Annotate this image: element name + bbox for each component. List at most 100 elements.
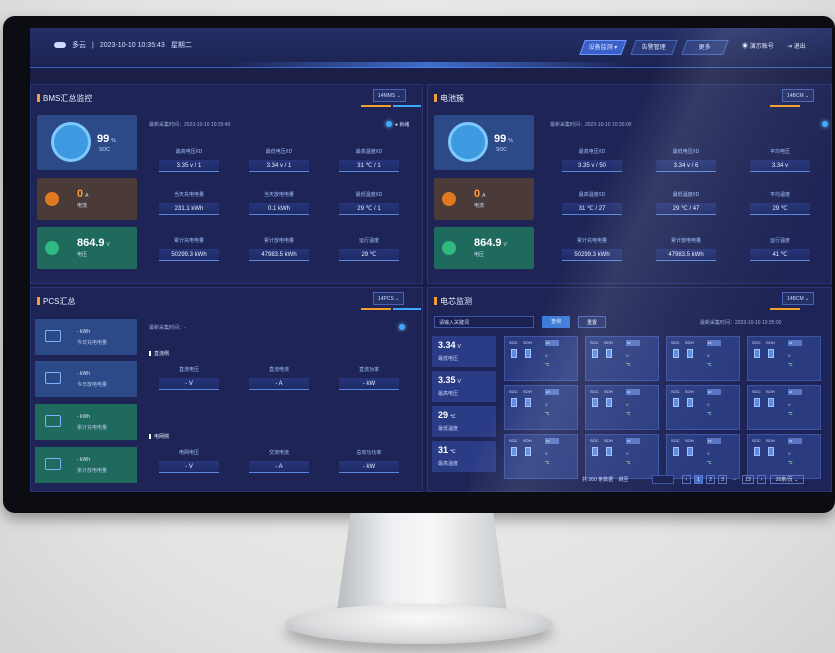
jump-input[interactable] <box>652 475 674 484</box>
cell-card[interactable]: SOC SOH 1# V ℃ <box>666 336 740 381</box>
battery-icon <box>511 349 517 358</box>
logout-button[interactable]: ⇥ 退出 <box>787 40 806 55</box>
cluster-panel: 电池簇 14BCM ⌄ 99% SOC 0A 电流 864.9 V 电压 最新采集… <box>427 84 832 284</box>
metric-label: 交流电流 <box>268 450 289 456</box>
soh-label: SOH <box>766 389 775 394</box>
user-account[interactable]: ◉ 演示账号 <box>742 40 774 55</box>
soc-gauge <box>51 122 91 162</box>
metric-label: 平均温度 <box>769 192 790 198</box>
pcs-select[interactable]: 14PCS ⌄ <box>373 292 405 305</box>
cell-monitor-panel: 电芯监测 14BCM ⌄ 请输入关键词 查询 重置 最新采集时间：2023-10… <box>427 287 832 492</box>
next-page-button[interactable]: › <box>757 475 766 484</box>
soc-label: SOC <box>752 340 761 345</box>
header-info: 多云 | 2023-10-10 10:35:43 星期二 <box>54 40 192 50</box>
cells-select[interactable]: 14BCM ⌄ <box>782 292 815 305</box>
current-value: 0A <box>77 188 89 200</box>
page-button[interactable]: 1 <box>694 475 703 484</box>
nav-alarm-management[interactable]: 告警管理 <box>630 40 678 55</box>
cell-card[interactable]: SOC SOH 1# V ℃ <box>585 336 659 381</box>
max-temp-stat: 31 ℃ 最高温度 <box>432 441 496 472</box>
battery-icon <box>768 447 774 456</box>
metric-label: 当天充电电量 <box>173 192 204 198</box>
battery-icon <box>606 349 612 358</box>
metric-label: 最低电压/ID <box>265 149 293 155</box>
cell-card[interactable]: SOC SOH 1# V ℃ <box>504 336 578 381</box>
weather: 多云 <box>72 42 86 49</box>
temp-unit: ℃ <box>626 362 631 367</box>
panel-title: 电芯监测 <box>434 296 472 307</box>
voltage-unit: V <box>626 402 629 407</box>
search-button[interactable]: 查询 <box>542 316 570 328</box>
soc-label: SOC <box>99 147 110 153</box>
search-input[interactable]: 请输入关键词 <box>434 316 534 328</box>
pcs-total-discharge: - kWh 累计放电电量 <box>35 447 137 483</box>
accent-line <box>393 105 421 107</box>
metric-label: 最低温度/ID <box>672 192 700 198</box>
nav-more[interactable]: 更多 <box>681 40 729 55</box>
weekday: 星期二 <box>170 42 192 49</box>
battery-icon <box>45 372 61 384</box>
metric-value: 29 ℃ <box>750 203 810 215</box>
voltage-unit: V <box>545 402 548 407</box>
last-update: 最新采集时间：2023-10-10 10:35:00 <box>700 320 782 326</box>
soh-label: SOH <box>685 438 694 443</box>
metric-value: 3.35 v / 50 <box>562 160 622 172</box>
per-page-select[interactable]: 20条/页 ⌄ <box>770 475 804 484</box>
voltage-value: 864.9 V <box>474 237 507 249</box>
pcs-total-charge: - kWh 累计充电电量 <box>35 404 137 440</box>
metric-label: 运行温度 <box>358 238 379 244</box>
voltage-unit: V <box>545 451 548 456</box>
cell-card[interactable]: SOC SOH 1# V ℃ <box>504 385 578 430</box>
page-button[interactable]: 3 <box>718 475 727 484</box>
page-button[interactable]: 13 <box>742 475 754 484</box>
metric-value: 0.1 kWh <box>249 203 309 215</box>
cloud-icon <box>54 42 66 48</box>
soc-label: SOC <box>509 438 518 443</box>
temp-unit: ℃ <box>707 411 712 416</box>
temp-unit: ℃ <box>788 362 793 367</box>
temp-unit: ℃ <box>707 460 712 465</box>
soc-value: 99% <box>97 133 116 145</box>
top-bar: 多云 | 2023-10-10 10:35:43 星期二 设备监测 ▾ 告警管理… <box>30 28 832 68</box>
panel-title: 电池簇 <box>434 93 464 104</box>
current-icon <box>45 192 59 206</box>
cell-card[interactable]: SOC SOH 1# V ℃ <box>585 434 659 479</box>
metric-label: 最高温度/ID <box>578 192 606 198</box>
prev-page-button[interactable]: ‹ <box>682 475 691 484</box>
battery-icon <box>687 398 693 407</box>
battery-icon <box>525 447 531 456</box>
cell-card[interactable]: SOC SOH 1# V ℃ <box>504 434 578 479</box>
monitor-stand-base <box>285 604 553 644</box>
cell-card[interactable]: SOC SOH 1# V ℃ <box>747 385 821 430</box>
bms-select[interactable]: 14MMS ⌄ <box>373 89 406 102</box>
cell-card[interactable]: SOC SOH 1# V ℃ <box>747 434 821 479</box>
cell-card[interactable]: SOC SOH 1# V ℃ <box>666 434 740 479</box>
accent-line <box>770 308 800 310</box>
metric-value: 41 ℃ <box>750 249 810 261</box>
battery-icon <box>606 447 612 456</box>
cell-id-box: 1# <box>545 340 559 346</box>
pcs-panel: PCS汇总 14PCS ⌄ - kWh 今日充电电量 - kWh 今日放电电量 … <box>30 287 423 492</box>
min-voltage-stat: 3.34 V 最低电压 <box>432 336 496 367</box>
cell-card[interactable]: SOC SOH 1# V ℃ <box>747 336 821 381</box>
soh-label: SOH <box>766 438 775 443</box>
metric-value: 50299.3 kWh <box>562 249 622 261</box>
cluster-select[interactable]: 14BCM ⌄ <box>782 89 815 102</box>
nav-device-monitor[interactable]: 设备监测 ▾ <box>579 40 627 55</box>
page-button[interactable]: 2 <box>706 475 715 484</box>
cell-card[interactable]: SOC SOH 1# V ℃ <box>585 385 659 430</box>
cell-card[interactable]: SOC SOH 1# V ℃ <box>666 385 740 430</box>
page-buttons: ‹ 1 2 3 ... 13 › 20条/页 ⌄ <box>682 475 832 485</box>
temp-unit: ℃ <box>545 460 550 465</box>
header-glow <box>230 62 630 68</box>
metric-label: 直流功率 <box>358 367 379 373</box>
metric-value: 29 ℃ <box>339 249 399 261</box>
temp-unit: ℃ <box>707 362 712 367</box>
battery-icon <box>592 447 598 456</box>
reset-button[interactable]: 重置 <box>578 316 606 328</box>
temp-unit: ℃ <box>788 460 793 465</box>
temp-unit: ℃ <box>545 411 550 416</box>
last-update: 最新采集时间：2023-10-10 10:35:00 <box>550 122 632 128</box>
soh-label: SOH <box>523 438 532 443</box>
battery-icon <box>606 398 612 407</box>
